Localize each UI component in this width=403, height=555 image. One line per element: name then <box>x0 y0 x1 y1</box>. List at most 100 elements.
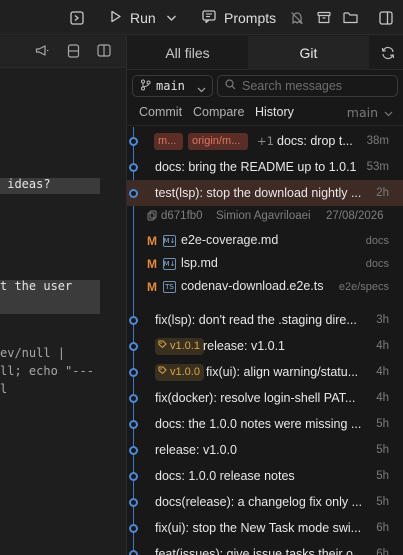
archive-icon[interactable] <box>317 0 331 35</box>
commit-row[interactable]: v1.0.1 release: v1.0.1 4h <box>127 333 403 359</box>
copy-icon[interactable] <box>147 210 157 224</box>
commit-message: fix(lsp): don't read the .staging dire..… <box>155 313 357 327</box>
folder-icon[interactable] <box>343 0 358 35</box>
refresh-icon[interactable] <box>375 36 401 70</box>
search-field[interactable] <box>217 75 398 97</box>
run-label: Run <box>130 9 156 26</box>
typescript-file-icon: TS <box>163 281 176 293</box>
subtab-commit[interactable]: Commit <box>139 105 182 119</box>
commit-time: 4h <box>376 366 389 378</box>
markdown-file-icon: M↓ <box>163 258 176 270</box>
git-panel: All files Git main Commit Compare Histor… <box>127 36 403 555</box>
commit-row-selected[interactable]: test(lsp): stop the download nightly ...… <box>127 180 403 206</box>
version-tag-label: v1.0.0 <box>170 366 200 378</box>
editor-header <box>0 36 126 68</box>
commit-row[interactable]: m... origin/m... +1 docs: drop t... 38m <box>127 128 403 154</box>
chevron-down-icon <box>197 82 206 96</box>
commit-message: feat(issues): give issue tasks their o..… <box>155 547 364 555</box>
commit-time: 5h <box>376 496 389 508</box>
commit-history-list: m... origin/m... +1 docs: drop t... 38m … <box>127 127 403 555</box>
commit-time: 6h <box>376 522 389 534</box>
commit-row[interactable]: release: v1.0.0 5h <box>127 437 403 463</box>
branch-row: main <box>127 72 403 100</box>
commit-row[interactable]: docs: 1.0.0 release notes 5h <box>127 463 403 489</box>
commit-node <box>129 446 138 455</box>
commit-meta: d671fb0 Simion Agavriloaei 27/08/2026 <box>127 206 403 228</box>
commit-message: fix(ui): stop the New Task mode swi... <box>155 521 362 535</box>
code-line: t the user <box>0 279 73 293</box>
commit-row[interactable]: docs: the 1.0.0 notes were missing ... 5… <box>127 411 403 437</box>
split-horizontal-icon[interactable] <box>67 44 80 61</box>
markdown-file-icon: M↓ <box>163 235 176 247</box>
code-line: l <box>0 382 8 396</box>
prompts-button[interactable]: Prompts <box>202 0 276 35</box>
subtab-compare[interactable]: Compare <box>193 105 244 119</box>
commit-time: 6h <box>376 548 389 555</box>
file-status: M <box>147 257 157 271</box>
history-branch-label: main <box>346 105 378 120</box>
commit-row[interactable]: v1.0.0 fix(ui): align warning/statu... 4… <box>127 359 403 385</box>
search-input[interactable] <box>242 79 392 93</box>
tab-all-files[interactable]: All files <box>127 36 248 70</box>
subtab-history[interactable]: History <box>255 105 294 119</box>
commit-time: 53m <box>366 161 389 173</box>
chevron-down-icon[interactable] <box>166 0 177 35</box>
commit-row[interactable]: fix(ui): stop the New Task mode swi... 6… <box>127 515 403 541</box>
terminal-icon[interactable] <box>70 0 84 35</box>
file-dir: docs <box>365 258 389 270</box>
branch-name: main <box>156 79 185 93</box>
changed-file-row[interactable]: M M↓ lsp.md docs <box>127 253 403 275</box>
tab-git[interactable]: Git <box>248 36 369 70</box>
megaphone-icon[interactable] <box>35 44 49 60</box>
code-line: ll; echo "--- <box>0 364 94 378</box>
code-line: ev/null | <box>0 346 66 360</box>
commit-time: 38m <box>366 135 389 147</box>
ghost-off-icon[interactable] <box>290 0 304 35</box>
run-button[interactable]: Run <box>110 0 156 35</box>
tag-icon <box>158 340 167 352</box>
commit-row[interactable]: fix(docker): resolve login-shell PAT... … <box>127 385 403 411</box>
code-line: ideas? <box>0 177 51 191</box>
split-vertical-icon[interactable] <box>97 44 111 60</box>
changed-file-row[interactable]: M TS codenav-download.e2e.ts e2e/specs <box>127 276 403 298</box>
file-status: M <box>147 234 157 248</box>
search-icon <box>225 79 236 93</box>
commit-message: release: v1.0.0 <box>155 443 237 457</box>
ref-count: +1 <box>257 134 274 148</box>
commit-node <box>129 316 138 325</box>
commit-node <box>129 189 138 198</box>
commit-node <box>129 420 138 429</box>
commit-message: docs: drop t... <box>277 134 353 148</box>
file-name: e2e-coverage.md <box>181 233 279 247</box>
panel-tabs: All files Git <box>127 36 403 70</box>
commit-node <box>129 394 138 403</box>
commit-node <box>129 498 138 507</box>
commit-node <box>129 137 138 146</box>
version-tag: v1.0.0 <box>155 363 204 381</box>
prompts-label: Prompts <box>224 9 277 26</box>
file-dir: docs <box>365 235 389 247</box>
commit-time: 4h <box>376 340 389 352</box>
commit-hash[interactable]: d671fb0 <box>161 210 203 222</box>
branch-chip: m... <box>154 132 183 150</box>
changed-file-row[interactable]: M M↓ e2e-coverage.md docs <box>127 230 403 252</box>
commit-message: fix(ui): align warning/statu... <box>206 365 359 379</box>
file-status: M <box>147 280 157 294</box>
commit-time: 3h <box>376 314 389 326</box>
remote-branch-chip: origin/m... <box>188 132 248 150</box>
commit-node <box>129 550 138 555</box>
commit-row[interactable]: feat(issues): give issue tasks their o..… <box>127 541 403 555</box>
editor-pane: ideas? t the user ev/null | ll; echo "--… <box>0 36 127 555</box>
commit-message: test(lsp): stop the download nightly ... <box>155 186 362 200</box>
commit-time: 4h <box>376 392 389 404</box>
history-branch-select[interactable]: main <box>347 105 393 120</box>
prompts-icon <box>202 9 216 26</box>
commit-message: release: v1.0.1 <box>203 339 285 353</box>
branch-selector[interactable]: main <box>132 75 213 97</box>
commit-time: 5h <box>376 418 389 430</box>
version-tag-label: v1.0.1 <box>170 340 200 352</box>
commit-row[interactable]: fix(lsp): don't read the .staging dire..… <box>127 307 403 333</box>
commit-row[interactable]: docs(release): a changelog fix only ... … <box>127 489 403 515</box>
commit-row[interactable]: docs: bring the README up to 1.0.1 53m <box>127 154 403 180</box>
panel-toggle-icon[interactable] <box>379 0 393 35</box>
